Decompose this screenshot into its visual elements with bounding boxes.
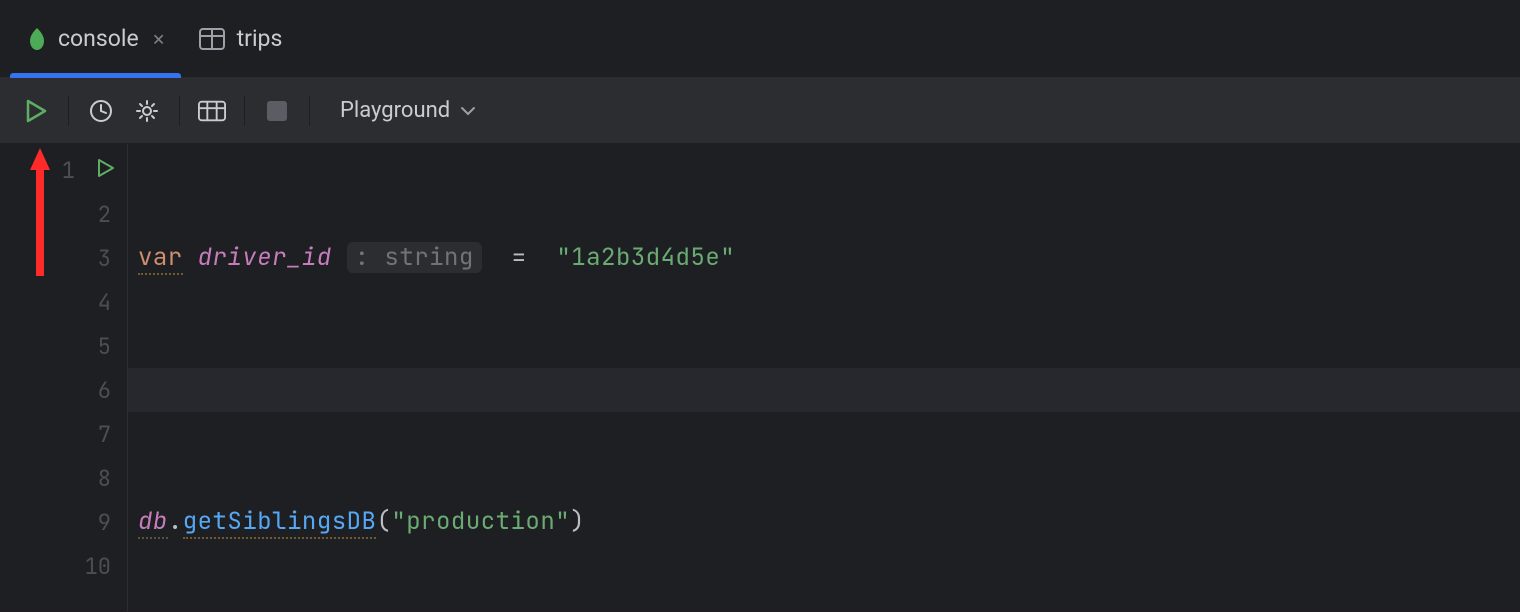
line-number: 7 <box>81 420 111 449</box>
toolbar: Playground <box>0 78 1520 144</box>
code-line: var driver_id : string = "1a2b3d4d5e" <box>138 236 1520 280</box>
stop-button[interactable] <box>263 97 291 125</box>
code-area[interactable]: var driver_id : string = "1a2b3d4d5e" db… <box>128 144 1520 612</box>
table-view-button[interactable] <box>198 97 226 125</box>
gutter-row: 5 <box>0 324 127 368</box>
history-button[interactable] <box>87 97 115 125</box>
line-number: 4 <box>81 288 111 317</box>
tab-bar: console ✕ trips <box>0 0 1520 78</box>
editor[interactable]: 1 2 3 4 5 6 7 8 9 10 var driver_id : str… <box>0 144 1520 612</box>
code-line <box>128 368 1520 412</box>
line-number: 9 <box>81 508 111 537</box>
tab-label: trips <box>237 25 283 52</box>
gutter-row: 8 <box>0 456 127 500</box>
separator <box>68 96 69 126</box>
gutter-row: 4 <box>0 280 127 324</box>
playground-label: Playground <box>340 98 450 123</box>
line-number: 6 <box>81 376 111 405</box>
line-number: 1 <box>45 156 75 185</box>
code-line: db.getSiblingsDB("production") <box>138 500 1520 544</box>
gutter-row: 2 <box>0 192 127 236</box>
tab-label: console <box>58 25 139 52</box>
gutter-row: 3 <box>0 236 127 280</box>
line-number: 2 <box>81 200 111 229</box>
chevron-down-icon <box>460 100 476 121</box>
gutter-row: 10 <box>0 544 127 588</box>
table-icon <box>199 28 225 50</box>
separator <box>309 96 310 126</box>
run-button[interactable] <box>22 97 50 125</box>
run-line-icon[interactable] <box>97 158 115 183</box>
gutter-row: 1 <box>0 148 127 192</box>
separator <box>244 96 245 126</box>
close-icon[interactable]: ✕ <box>151 24 167 54</box>
line-number: 10 <box>81 552 111 581</box>
line-number: 3 <box>81 244 111 273</box>
line-number: 5 <box>81 332 111 361</box>
separator <box>179 96 180 126</box>
tab-trips[interactable]: trips <box>181 0 297 78</box>
tab-console[interactable]: console ✕ <box>10 0 181 78</box>
gutter-row: 6 <box>0 368 127 412</box>
leaf-icon <box>28 27 46 51</box>
gutter-row: 7 <box>0 412 127 456</box>
gutter-row: 9 <box>0 500 127 544</box>
line-number: 8 <box>81 464 111 493</box>
playground-dropdown[interactable]: Playground <box>328 91 488 131</box>
gutter: 1 2 3 4 5 6 7 8 9 10 <box>0 144 128 612</box>
settings-button[interactable] <box>133 97 161 125</box>
